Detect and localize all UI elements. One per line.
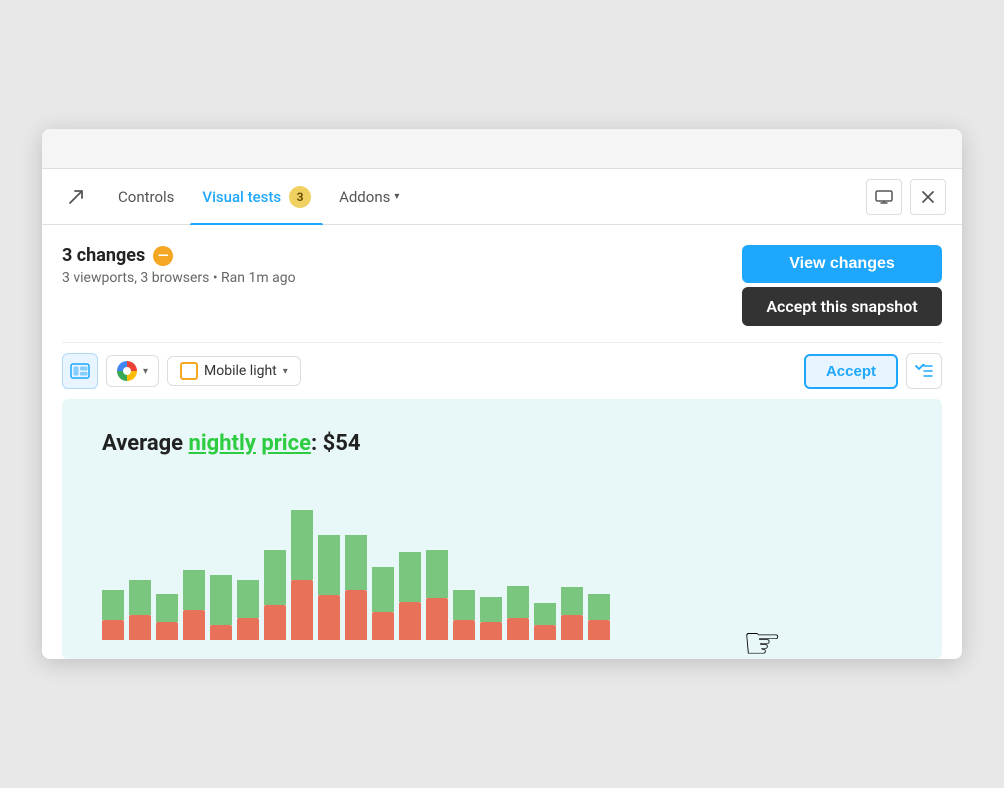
bar-group (399, 552, 421, 640)
bar-red (453, 620, 475, 640)
tab-controls-label: Controls (118, 188, 174, 206)
bar-red (426, 598, 448, 640)
bar-green (588, 594, 610, 620)
changes-subtitle: 3 viewports, 3 browsers • Ran 1m ago (62, 270, 296, 286)
bar-green (480, 597, 502, 622)
bar-group (534, 603, 556, 640)
tab-visual-tests[interactable]: Visual tests 3 (190, 169, 323, 225)
changes-title: 3 changes — (62, 245, 296, 266)
bar-green (561, 587, 583, 615)
preview-title: Average nightly price: $54 (102, 431, 902, 456)
highlight-nightly: nightly (189, 431, 256, 456)
bar-green (156, 594, 178, 622)
bar-green (507, 586, 529, 618)
bar-group (372, 567, 394, 640)
tab-addons-label: Addons (339, 188, 390, 206)
bar-green (426, 550, 448, 598)
changes-info: 3 changes — 3 viewports, 3 browsers • Ra… (62, 245, 296, 286)
bar-red (156, 622, 178, 640)
changes-status-dot: — (153, 246, 173, 266)
browser-selector[interactable]: ▾ (106, 355, 159, 387)
bar-green (264, 550, 286, 605)
bar-red (588, 620, 610, 640)
bar-green (210, 575, 232, 625)
tab-controls[interactable]: Controls (106, 169, 186, 225)
bar-green (534, 603, 556, 625)
bar-group (237, 580, 259, 640)
bar-red (345, 590, 367, 640)
bar-green (399, 552, 421, 602)
bar-group (318, 535, 340, 640)
external-link-icon[interactable] (58, 179, 94, 215)
bar-red (399, 602, 421, 640)
bar-group (102, 590, 124, 640)
bar-red (534, 625, 556, 640)
bar-green (453, 590, 475, 620)
bar-green (102, 590, 124, 620)
changes-count-label: 3 changes (62, 245, 145, 266)
content-area: 3 changes — 3 viewports, 3 browsers • Ra… (42, 225, 962, 659)
bar-red (237, 618, 259, 640)
bar-red (372, 612, 394, 640)
bar-green (291, 510, 313, 580)
changes-row: 3 changes — 3 viewports, 3 browsers • Ra… (62, 245, 942, 326)
bar-green (183, 570, 205, 610)
bar-group (291, 510, 313, 640)
bar-group (264, 550, 286, 640)
viewport-icon (180, 362, 198, 380)
view-changes-button[interactable]: View changes (742, 245, 942, 283)
bar-red (507, 618, 529, 640)
bar-group (156, 594, 178, 640)
bar-red (210, 625, 232, 640)
bar-group (210, 575, 232, 640)
bar-group (561, 587, 583, 640)
titlebar (42, 129, 962, 169)
snapshot-view-button[interactable] (62, 353, 98, 389)
bar-red (264, 605, 286, 640)
bar-green (318, 535, 340, 595)
check-list-button[interactable] (906, 353, 942, 389)
preview-area: Average nightly price: $54 ☞ (62, 399, 942, 659)
viewport-label: Mobile light (204, 363, 277, 379)
bar-group (588, 594, 610, 640)
tab-visual-tests-label: Visual tests (202, 188, 281, 206)
close-icon-btn[interactable] (910, 179, 946, 215)
changes-actions: View changes Accept this snapshot (742, 245, 942, 326)
visual-tests-badge: 3 (289, 186, 311, 208)
tab-addons[interactable]: Addons ▾ (327, 169, 411, 225)
addons-chevron-icon: ▾ (394, 191, 399, 202)
bar-green (345, 535, 367, 590)
highlight-price: price (261, 431, 311, 456)
bar-group (480, 597, 502, 640)
bar-group (345, 535, 367, 640)
bar-red (183, 610, 205, 640)
viewport-chevron-icon: ▾ (283, 366, 288, 377)
bar-group (453, 590, 475, 640)
main-window: Controls Visual tests 3 Addons ▾ (42, 129, 962, 659)
accept-snapshot-tooltip: Accept this snapshot (742, 287, 942, 326)
tabs-bar: Controls Visual tests 3 Addons ▾ (42, 169, 962, 225)
bar-red (561, 615, 583, 640)
toolbar-row: ▾ Mobile light ▾ Accept (62, 342, 942, 399)
bar-red (480, 622, 502, 640)
bar-group (183, 570, 205, 640)
bar-red (291, 580, 313, 640)
bar-green (129, 580, 151, 615)
bar-green (372, 567, 394, 612)
bar-group (426, 550, 448, 640)
bar-group (129, 580, 151, 640)
bar-red (318, 595, 340, 640)
bar-group (507, 586, 529, 640)
monitor-icon-btn[interactable] (866, 179, 902, 215)
chevron-down-icon: ▾ (143, 366, 148, 377)
chart-area (102, 480, 902, 640)
accept-button[interactable]: Accept (804, 354, 898, 389)
bar-red (102, 620, 124, 640)
chrome-icon (117, 361, 137, 381)
bar-green (237, 580, 259, 618)
bar-red (129, 615, 151, 640)
viewport-selector[interactable]: Mobile light ▾ (167, 356, 301, 386)
